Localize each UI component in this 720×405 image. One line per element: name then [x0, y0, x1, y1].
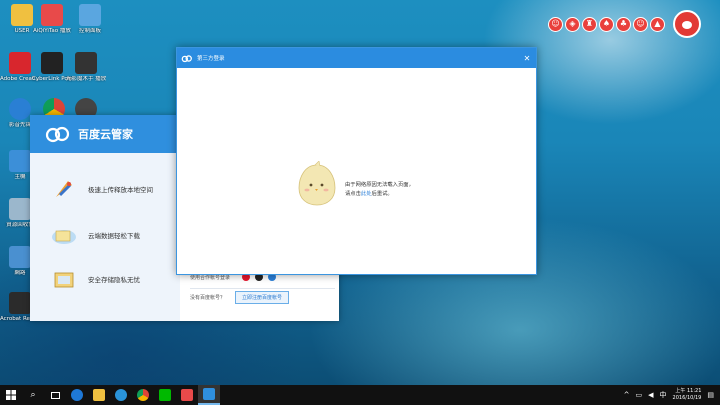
folder-icon [11, 4, 33, 26]
player-icon [9, 98, 31, 120]
task-view-icon [50, 391, 60, 399]
error-line-2: 请点击此处后重试。 [345, 190, 414, 199]
cloud-logo-icon [45, 126, 70, 143]
windows-icon [6, 390, 16, 400]
register-row: 没有百度帐号？ 立即注册百度帐号 [190, 288, 335, 304]
adobe-icon [9, 52, 31, 74]
mascot-icon[interactable] [673, 10, 701, 38]
chrome-icon [137, 389, 149, 401]
system-tray: ^ ▭ ◀ 中 上午 11:21 2016/10/19 ▤ [624, 385, 714, 405]
feature-download: 云端数据轻松下载 [50, 223, 140, 247]
cloud-download-icon [52, 230, 76, 244]
network-icon [9, 246, 31, 268]
register-button[interactable]: 立即注册百度帐号 [235, 291, 290, 304]
input-language[interactable]: 中 [660, 390, 667, 400]
start-button[interactable] [0, 385, 22, 405]
folder-icon [93, 389, 105, 401]
toolbar-button[interactable]: ▲ [650, 16, 665, 32]
clock[interactable]: 上午 11:21 2016/10/19 [673, 388, 702, 402]
control-panel-icon [79, 4, 101, 26]
taskbar-aiqiyi[interactable] [176, 385, 198, 405]
search-button[interactable]: ⌕ [22, 385, 44, 405]
desktop-icon-control-panel[interactable]: 控制面板 [70, 4, 110, 35]
safe-box-icon [54, 272, 74, 288]
toolbar-button[interactable]: ♜ [582, 16, 597, 32]
cloud-logo-icon [181, 54, 192, 62]
load-error-message: 由于网络原因无法载入页面， 请点击此处后重试。 [345, 181, 414, 199]
feature-label: 极速上传释放本地空间 [88, 186, 153, 194]
feature-label: 安全存储隐私无忧 [88, 276, 140, 284]
feature-upload: 极速上传释放本地空间 [50, 177, 153, 201]
error-prefix: 请点击 [345, 191, 361, 197]
taskbar-explorer[interactable] [88, 385, 110, 405]
clock-time: 上午 11:21 [675, 388, 702, 394]
close-icon[interactable]: ✕ [520, 51, 534, 65]
third-party-login-window: 第三方登录 ✕ 由于网络原因无法载入页面， 请点击此处后重试。 [176, 47, 537, 275]
desktop-icon-label: 光影魔术手 播放 [66, 76, 106, 82]
line-icon [159, 389, 171, 401]
toolbar-button[interactable]: ♣ [616, 16, 631, 32]
acrobat-icon [9, 292, 31, 314]
desktop-icon-label: 控制面板 [78, 28, 101, 34]
network-tray-icon[interactable]: ▭ [636, 391, 643, 399]
edge-icon [71, 389, 83, 401]
toolbar-button[interactable]: ♠ [599, 16, 614, 32]
computer-icon [9, 150, 31, 172]
desktop-icon-photo[interactable]: 光影魔术手 播放 [66, 52, 106, 83]
app-icon [41, 4, 63, 26]
taskbar-chrome[interactable] [132, 385, 154, 405]
taskbar-edge[interactable] [66, 385, 88, 405]
taskbar-ie[interactable] [110, 385, 132, 405]
top-toolbar: ☺ ◈ ♜ ♠ ♣ ☺ ▲ [548, 10, 701, 38]
baidu-header: 百度云管家 [30, 115, 180, 153]
cloud-logo-icon [203, 388, 215, 400]
baidu-title: 百度云管家 [78, 128, 133, 141]
feature-label: 云端数据轻松下载 [88, 232, 140, 240]
desktop-icon-aiqiyi[interactable]: AiQiYiTao 播放 [32, 4, 72, 35]
app-icon [41, 52, 63, 74]
baidu-left-panel: 百度云管家 极速上传释放本地空间 云端数据轻松下载 安全存储隐私无忧 [30, 115, 180, 321]
desktop-icon-label: AiQiYiTao 播放 [33, 28, 71, 34]
error-line-1: 由于网络原因无法载入页面， [345, 182, 414, 188]
volume-icon[interactable]: ◀ [648, 391, 653, 399]
search-icon: ⌕ [30, 390, 36, 400]
app-icon [75, 52, 97, 74]
third-party-title: 第三方登录 [197, 56, 225, 62]
toolbar-button[interactable]: ☺ [633, 16, 648, 32]
toolbar-button[interactable]: ☺ [548, 16, 563, 32]
rocket-icon [56, 181, 72, 197]
taskbar-baidu-cloud[interactable] [198, 385, 220, 405]
chick-mascot-icon [298, 161, 336, 206]
recycle-bin-icon [9, 198, 31, 220]
third-party-content: 由于网络原因无法载入页面， 请点击此处后重试。 [177, 68, 536, 274]
retry-link[interactable]: 此处 [361, 191, 372, 197]
ie-icon [115, 389, 127, 401]
toolbar-button[interactable]: ◈ [565, 16, 580, 32]
third-party-titlebar[interactable]: 第三方登录 ✕ [177, 48, 536, 68]
error-suffix: 后重试。 [371, 191, 393, 197]
taskbar: ⌕ ^ ▭ ◀ 中 上午 11:21 2016/10/19 ▤ [0, 385, 720, 405]
task-view-button[interactable] [44, 385, 66, 405]
feature-secure: 安全存储隐私无忧 [50, 267, 140, 291]
clock-date: 2016/10/19 [672, 395, 702, 401]
no-account-label: 没有百度帐号？ [190, 295, 226, 301]
app-icon [181, 389, 193, 401]
notification-icon[interactable]: ▤ [707, 391, 714, 399]
taskbar-line[interactable] [154, 385, 176, 405]
tray-chevron-icon[interactable]: ^ [624, 391, 630, 399]
